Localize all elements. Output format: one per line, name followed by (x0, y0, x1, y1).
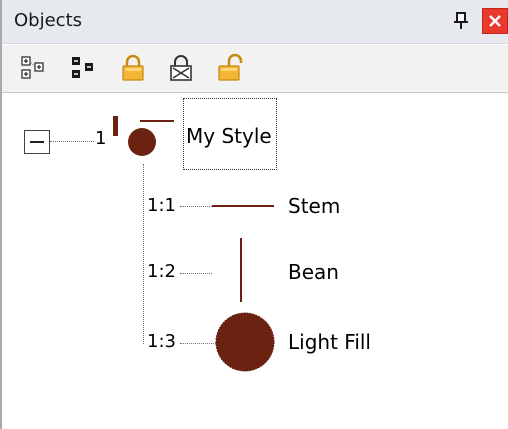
child-index-stem: 1:1 (147, 195, 176, 216)
child-label-stem[interactable]: Stem (288, 194, 340, 218)
root-label[interactable]: My Style (186, 124, 272, 148)
tree-branch-line (143, 164, 144, 344)
unlock-icon (218, 53, 243, 81)
tree-connector (180, 343, 216, 344)
tree-connector (180, 273, 212, 274)
bean-swatch (128, 128, 156, 156)
panel-title: Objects (14, 10, 83, 31)
collapse-all-button[interactable] (68, 53, 98, 83)
expand-all-icon (21, 56, 44, 79)
objects-toolbar (2, 45, 508, 93)
child-label-bean[interactable]: Bean (288, 260, 339, 284)
objects-panel: Objects 1 My Style 1:1 Stem 1:2 Bean 1:3… (0, 0, 508, 429)
root-style-preview[interactable] (110, 112, 176, 164)
bean-preview[interactable] (234, 236, 248, 306)
stem-swatch (113, 116, 118, 136)
child-index-bean: 1:2 (147, 261, 176, 282)
child-index-light-fill: 1:3 (147, 331, 176, 352)
panel-titlebar: Objects (2, 0, 508, 44)
close-icon (489, 15, 501, 27)
close-button[interactable] (482, 8, 508, 34)
light-fill-preview[interactable] (212, 310, 278, 374)
toggle-lock-button[interactable] (166, 53, 196, 83)
pin-icon (454, 12, 468, 29)
collapse-toggle[interactable] (24, 130, 50, 154)
pin-button[interactable] (450, 8, 472, 34)
collapse-all-icon (72, 57, 93, 78)
tree-connector (50, 141, 94, 142)
unlock-button[interactable] (216, 53, 246, 83)
lock-icon (122, 54, 144, 81)
lock-toggle-icon (170, 55, 192, 81)
expand-all-button[interactable] (18, 53, 48, 83)
child-label-light-fill[interactable]: Light Fill (288, 330, 371, 354)
tree-connector (180, 206, 212, 207)
stem-preview[interactable] (210, 200, 276, 212)
root-index: 1 (95, 128, 107, 149)
lock-button[interactable] (118, 53, 148, 83)
object-tree: 1 My Style 1:1 Stem 1:2 Bean 1:3 Light F… (2, 94, 508, 429)
